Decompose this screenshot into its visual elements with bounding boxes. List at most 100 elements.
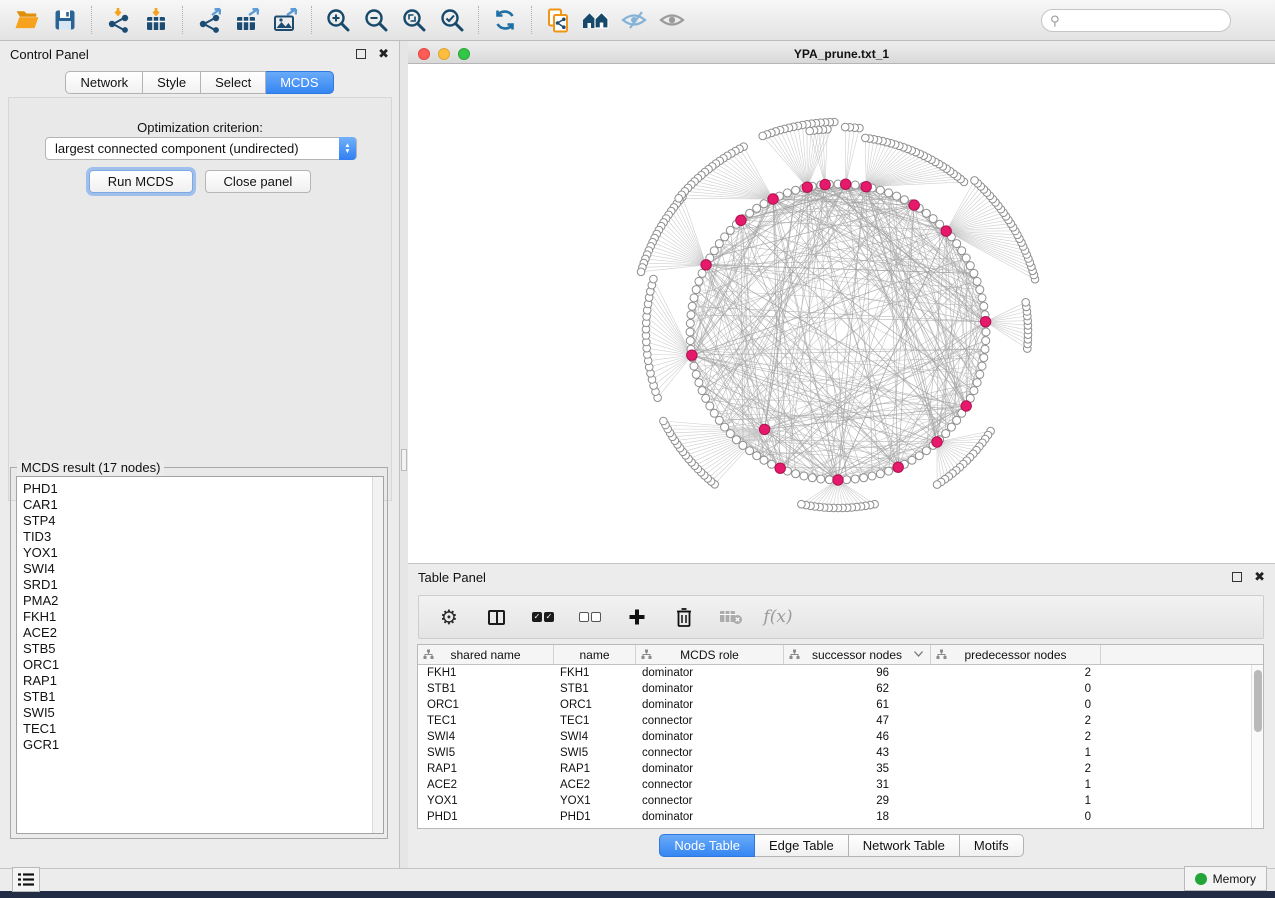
zoom-selected-button[interactable]: [433, 3, 471, 37]
mcds-result-item[interactable]: TEC1: [23, 721, 383, 737]
table-cell[interactable]: YOX1: [554, 795, 636, 807]
table-row[interactable]: PHD1PHD1dominator180: [418, 809, 1263, 825]
table-cell[interactable]: dominator: [636, 699, 784, 711]
table-cell[interactable]: 43: [784, 747, 931, 759]
column-header-name[interactable]: name: [554, 645, 636, 664]
network-graph[interactable]: [408, 64, 1275, 563]
column-header-shared-name[interactable]: shared name: [418, 645, 554, 664]
mcds-list-scrollbar[interactable]: [372, 477, 383, 833]
node-table[interactable]: shared namenameMCDS rolesuccessor nodesp…: [417, 644, 1264, 829]
float-panel-icon[interactable]: [356, 49, 366, 59]
memory-button[interactable]: Memory: [1184, 866, 1267, 891]
zoom-out-button[interactable]: [357, 3, 395, 37]
tab-style[interactable]: Style: [143, 71, 201, 94]
table-cell[interactable]: ORC1: [554, 699, 636, 711]
search-box[interactable]: ⚲: [1041, 9, 1231, 32]
table-cell[interactable]: 2: [931, 667, 1101, 679]
table-cell[interactable]: ACE2: [554, 779, 636, 791]
table-cell[interactable]: RAP1: [554, 763, 636, 775]
table-cell[interactable]: dominator: [636, 667, 784, 679]
table-cell[interactable]: STB1: [554, 683, 636, 695]
table-cell[interactable]: connector: [636, 779, 784, 791]
zoom-in-button[interactable]: [319, 3, 357, 37]
add-column-button[interactable]: [625, 605, 649, 629]
table-cell[interactable]: TEC1: [554, 715, 636, 727]
table-cell[interactable]: 0: [931, 811, 1101, 823]
table-cell[interactable]: SWI4: [554, 731, 636, 743]
import-network-button[interactable]: [99, 3, 137, 37]
criterion-dropdown[interactable]: largest connected component (undirected)…: [45, 137, 357, 160]
close-panel-icon[interactable]: ✖: [378, 49, 389, 59]
table-row[interactable]: STB1STB1dominator620: [418, 681, 1263, 697]
table-cell[interactable]: dominator: [636, 763, 784, 775]
table-cell[interactable]: 18: [784, 811, 931, 823]
table-row[interactable]: TEC1TEC1connector472: [418, 713, 1263, 729]
tab-node-table[interactable]: Node Table: [659, 834, 755, 857]
tab-network[interactable]: Network: [65, 71, 143, 94]
table-cell[interactable]: TEC1: [418, 715, 554, 727]
mcds-result-item[interactable]: PMA2: [23, 593, 383, 609]
delete-column-button[interactable]: [672, 605, 696, 629]
column-header-predecessor-nodes[interactable]: predecessor nodes: [931, 645, 1101, 664]
table-row[interactable]: FKH1FKH1dominator962: [418, 665, 1263, 681]
table-cell[interactable]: connector: [636, 747, 784, 759]
vertical-splitter[interactable]: [400, 41, 408, 868]
table-cell[interactable]: PHD1: [554, 811, 636, 823]
table-cell[interactable]: STB1: [418, 683, 554, 695]
mcds-result-item[interactable]: STP4: [23, 513, 383, 529]
duplicate-network-button[interactable]: [539, 3, 577, 37]
table-cell[interactable]: ORC1: [418, 699, 554, 711]
splitter-grip[interactable]: [401, 449, 407, 471]
table-cell[interactable]: 96: [784, 667, 931, 679]
open-file-button[interactable]: [8, 3, 46, 37]
table-cell[interactable]: FKH1: [418, 667, 554, 679]
tab-edge-table[interactable]: Edge Table: [755, 834, 849, 857]
column-header-MCDS-role[interactable]: MCDS role: [636, 645, 784, 664]
table-cell[interactable]: 31: [784, 779, 931, 791]
table-row[interactable]: SWI5SWI5connector431: [418, 745, 1263, 761]
table-cell[interactable]: connector: [636, 795, 784, 807]
table-cell[interactable]: 2: [931, 715, 1101, 727]
table-cell[interactable]: 46: [784, 731, 931, 743]
toggle-panel-split-button[interactable]: [484, 605, 508, 629]
table-row[interactable]: YOX1YOX1connector291: [418, 793, 1263, 809]
table-cell[interactable]: connector: [636, 715, 784, 727]
close-panel-button[interactable]: Close panel: [205, 170, 312, 193]
mcds-result-item[interactable]: RAP1: [23, 673, 383, 689]
table-scrollbar[interactable]: [1251, 665, 1263, 828]
tab-mcds[interactable]: MCDS: [266, 71, 333, 94]
show-log-button[interactable]: [12, 867, 40, 892]
mcds-result-item[interactable]: ORC1: [23, 657, 383, 673]
table-row[interactable]: ACE2ACE2connector311: [418, 777, 1263, 793]
mcds-result-item[interactable]: STB5: [23, 641, 383, 657]
table-cell[interactable]: 1: [931, 747, 1101, 759]
deselect-all-button[interactable]: [578, 605, 602, 629]
table-cell[interactable]: FKH1: [554, 667, 636, 679]
mcds-result-item[interactable]: SRD1: [23, 577, 383, 593]
export-table-button[interactable]: [228, 3, 266, 37]
tab-network-table[interactable]: Network Table: [849, 834, 960, 857]
table-cell[interactable]: dominator: [636, 683, 784, 695]
mcds-result-item[interactable]: GCR1: [23, 737, 383, 753]
column-header-successor-nodes[interactable]: successor nodes: [784, 645, 931, 664]
mcds-result-item[interactable]: YOX1: [23, 545, 383, 561]
mcds-result-item[interactable]: SWI5: [23, 705, 383, 721]
table-cell[interactable]: 29: [784, 795, 931, 807]
table-cell[interactable]: 62: [784, 683, 931, 695]
export-image-button[interactable]: [266, 3, 304, 37]
run-mcds-button[interactable]: Run MCDS: [89, 170, 193, 193]
table-cell[interactable]: YOX1: [418, 795, 554, 807]
table-row[interactable]: ORC1ORC1dominator610: [418, 697, 1263, 713]
table-cell[interactable]: ACE2: [418, 779, 554, 791]
first-neighbors-button[interactable]: [577, 3, 615, 37]
table-cell[interactable]: 47: [784, 715, 931, 727]
table-cell[interactable]: PHD1: [418, 811, 554, 823]
table-cell[interactable]: RAP1: [418, 763, 554, 775]
table-settings-button[interactable]: ⚙: [437, 605, 461, 629]
export-network-button[interactable]: [190, 3, 228, 37]
network-window-titlebar[interactable]: YPA_prune.txt_1: [408, 44, 1275, 64]
mcds-result-item[interactable]: PHD1: [23, 481, 383, 497]
mcds-result-item[interactable]: TID3: [23, 529, 383, 545]
table-row[interactable]: SWI4SWI4dominator462: [418, 729, 1263, 745]
show-all-button[interactable]: [653, 3, 691, 37]
